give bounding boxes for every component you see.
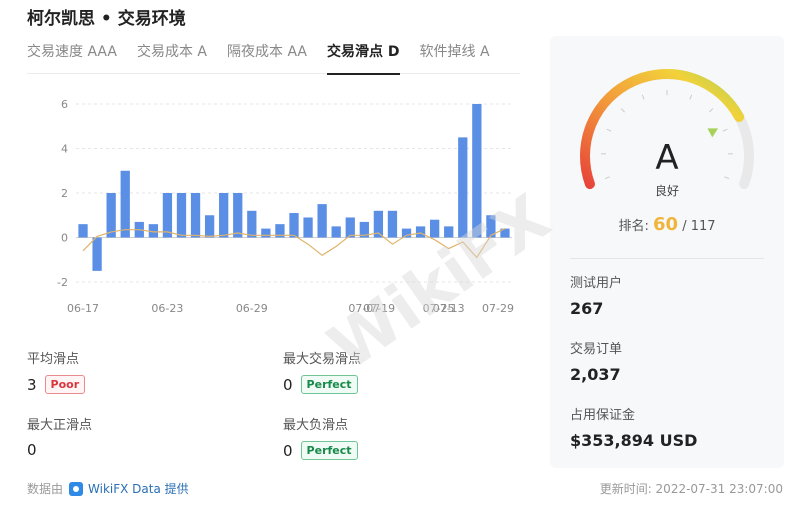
- rank-label: 排名:: [618, 219, 649, 234]
- gauge-tick: [709, 108, 714, 113]
- stat-max-trade-value: 0: [283, 375, 293, 394]
- stat-max-negative: 最大负滑点 0 Perfect: [283, 414, 513, 460]
- stat-max-positive: 最大正滑点 0: [27, 414, 257, 459]
- x-tick-label: 06-23: [151, 302, 183, 315]
- slippage-bar: [317, 204, 327, 238]
- slippage-bar: [204, 215, 215, 238]
- tab-cost[interactable]: 交易成本 A: [137, 42, 207, 74]
- slippage-bar: [444, 226, 454, 238]
- rating-grade-label: 良好: [654, 184, 679, 198]
- update-time: 更新时间: 2022-07-31 23:07:00: [599, 482, 783, 496]
- gauge-tick: [606, 128, 612, 132]
- slippage-bar: [247, 210, 257, 238]
- x-tick-label: 06-29: [236, 302, 268, 315]
- stat-max-trade: 最大交易滑点 0 Perfect: [283, 348, 513, 394]
- rank-value: 60: [653, 214, 679, 235]
- x-tick-label: 06-17: [67, 302, 99, 315]
- slippage-bar: [401, 228, 412, 238]
- slippage-bar: [190, 193, 201, 238]
- stat-max-positive-label: 最大正滑点: [27, 418, 93, 433]
- trade-orders: 交易订单 2,037: [570, 338, 622, 384]
- stat-average: 平均滑点 3 Poor: [27, 348, 257, 394]
- slippage-bar: [387, 210, 398, 238]
- slippage-bar: [345, 217, 355, 238]
- stat-max-positive-value: 0: [27, 441, 37, 459]
- stat-max-negative-value: 0: [283, 441, 293, 460]
- stat-max-trade-label: 最大交易滑点: [283, 352, 362, 367]
- data-provider-link[interactable]: WikiFX Data 提供: [88, 480, 189, 497]
- tab-slippage[interactable]: 交易滑点 D: [327, 42, 400, 75]
- y-tick-label: 6: [61, 98, 68, 111]
- test-users-label: 测试用户: [570, 276, 623, 291]
- slippage-bar: [289, 213, 299, 238]
- test-users-value: 267: [570, 299, 604, 318]
- gauge-tick: [641, 94, 645, 100]
- slippage-bar: [303, 217, 313, 238]
- y-tick-label: 0: [61, 232, 68, 245]
- tab-overnight[interactable]: 隔夜成本 AA: [227, 42, 307, 74]
- stat-max-negative-label: 最大负滑点: [283, 418, 349, 433]
- rank-total: / 117: [682, 219, 716, 234]
- x-tick-label: 07-29: [482, 302, 514, 315]
- gauge-pointer-icon: [707, 128, 719, 138]
- test-users: 测试用户 267: [570, 272, 622, 318]
- page-title: 柯尔凯思 • 交易环境: [27, 9, 186, 29]
- slippage-bar: [219, 193, 229, 238]
- slippage-bar: [120, 170, 130, 238]
- data-source: 数据由 WikiFX Data 提供: [27, 480, 189, 497]
- slippage-bar: [472, 104, 482, 238]
- gauge-tick: [689, 94, 693, 100]
- trade-orders-label: 交易订单: [570, 342, 623, 357]
- y-tick-label: 4: [61, 143, 68, 156]
- x-tick-label: 07-25: [423, 302, 455, 315]
- poor-badge: Poor: [44, 375, 86, 394]
- slippage-chart: -2024606-17 06-23 06-29 07-07 07-1307-19 07-2…: [57, 98, 514, 315]
- slippage-bar: [78, 224, 88, 238]
- stat-average-value: 3: [27, 375, 37, 394]
- margin-used: 占用保证金 $353,894 USD: [570, 404, 697, 450]
- slippage-bar: [430, 219, 440, 238]
- rating-grade: A: [655, 138, 679, 178]
- margin-used-label: 占用保证金: [570, 408, 636, 423]
- trade-orders-value: 2,037: [570, 365, 621, 384]
- slippage-bar: [176, 193, 187, 238]
- x-tick-label: 07-19: [363, 302, 395, 315]
- rank: 排名: 60 / 117: [550, 214, 784, 235]
- wikifx-logo-icon: [69, 481, 84, 496]
- rating-panel: A 良好 排名: 60 / 117 测试用户 267 交易订单 2,037 占用…: [550, 36, 784, 468]
- y-tick-label: 2: [61, 187, 68, 200]
- environment-tabs: 交易速度 AAA 交易成本 A 隔夜成本 AA 交易滑点 D 软件掉线 A: [27, 42, 520, 75]
- data-source-prefix: 数据由: [27, 482, 64, 496]
- slippage-bar: [162, 193, 173, 238]
- perfect-badge: Perfect: [300, 375, 358, 394]
- slippage-bar: [261, 228, 271, 238]
- perfect-badge: Perfect: [300, 441, 358, 460]
- gauge-tick: [722, 128, 728, 132]
- slippage-bar: [415, 226, 426, 238]
- slippage-bar: [331, 226, 341, 238]
- slippage-bar: [92, 237, 102, 271]
- margin-used-value: $353,894 USD: [570, 431, 698, 450]
- gauge-tick: [620, 108, 625, 113]
- panel-divider: [570, 258, 764, 259]
- tab-disconnect[interactable]: 软件掉线 A: [420, 42, 490, 74]
- stat-average-label: 平均滑点: [27, 352, 80, 367]
- slippage-bar: [458, 137, 468, 238]
- y-tick-label: -2: [57, 276, 68, 289]
- tab-speed[interactable]: 交易速度 AAA: [27, 42, 117, 74]
- slippage-bar: [233, 193, 243, 238]
